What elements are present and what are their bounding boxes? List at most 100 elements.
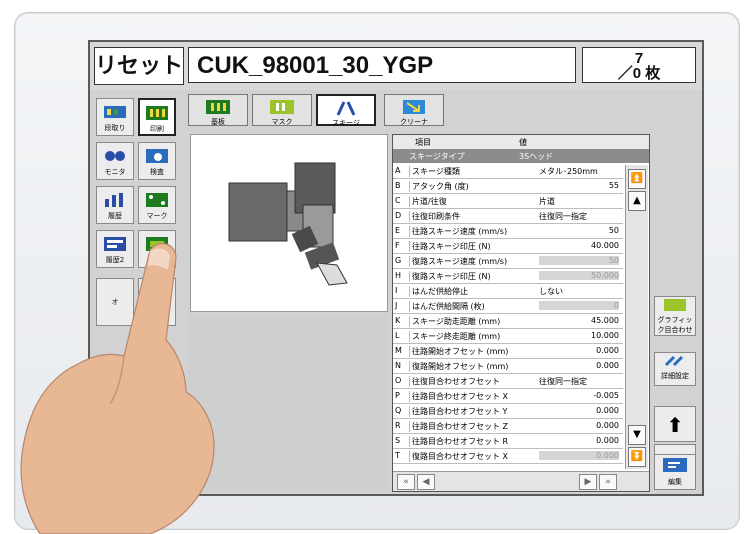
history-icon	[105, 193, 123, 207]
row-name: スキージ助走距離 (mm)	[409, 316, 538, 327]
table-row[interactable]: N 復路開始オフセット (mm) 0.000	[393, 360, 623, 374]
row-value[interactable]: 45.000	[539, 316, 619, 325]
row-value[interactable]: 往復同一指定	[539, 211, 619, 222]
edit-label: 編集	[668, 478, 682, 486]
sidebar-item-label: 履歴	[108, 212, 122, 220]
table-row[interactable]: Q 往路目合わせオフセット Y 0.000	[393, 405, 623, 419]
edit-button[interactable]: 編集	[654, 454, 696, 490]
row-value[interactable]: しない	[539, 286, 619, 297]
row-key: Q	[395, 406, 402, 415]
row-key: G	[395, 256, 402, 265]
tab-bar: 基板 マスク スキージ クリーナ	[188, 94, 698, 128]
print-icon	[146, 106, 168, 120]
scroll-up-button[interactable]: ▲	[628, 191, 646, 211]
detail-settings-button[interactable]: 詳細設定	[654, 352, 696, 386]
row-key: R	[395, 421, 401, 430]
horizontal-scrollbar[interactable]: « ◀ ▶ »	[393, 471, 649, 491]
table-row[interactable]: D 往復印刷条件 往復同一指定	[393, 210, 623, 224]
table-row[interactable]: A スキージ種類 メタル･250mm	[393, 165, 623, 179]
row-key: K	[395, 316, 401, 325]
table-row[interactable]: T 復路目合わせオフセット X 0.000	[393, 450, 623, 464]
row-value[interactable]: 0.000	[539, 421, 619, 430]
row-value[interactable]: 40.000	[539, 241, 619, 250]
row-value[interactable]: 往復同一指定	[539, 376, 619, 387]
table-row[interactable]: C 片道/往復 片道	[393, 195, 623, 209]
tab-cleaner[interactable]: クリーナ	[384, 94, 444, 126]
row-value[interactable]: 0.000	[539, 451, 619, 460]
scroll-far-left-button[interactable]: «	[397, 474, 415, 490]
sidebar-item-save[interactable]: 保存	[138, 278, 176, 326]
sidebar-item-setup[interactable]: 段取り	[96, 98, 134, 136]
graphic-alignment-label: グラフィック目合わせ	[657, 316, 693, 334]
row-key: S	[395, 436, 401, 445]
table-row[interactable]: F 往路スキージ印圧 (N) 40.000	[393, 240, 623, 254]
row-name: スキージ種類	[409, 166, 538, 177]
move-up-button[interactable]: ⬆	[654, 406, 696, 442]
tab-mask[interactable]: マスク	[252, 94, 312, 126]
tab-board[interactable]: 基板	[188, 94, 248, 126]
row-key: P	[395, 391, 400, 400]
parameter-table: 項目 値 スキージタイプ 3Sヘッド A スキージ種類 メタル･250mm B アタック…	[392, 134, 650, 492]
sidebar-item-option[interactable]: オ	[96, 278, 134, 326]
tab-squeegee[interactable]: スキージ	[316, 94, 376, 127]
scroll-down-button[interactable]: ▼	[628, 425, 646, 445]
table-row[interactable]: G 復路スキージ速度 (mm/s) 50	[393, 255, 623, 269]
table-row[interactable]: O 往復目合わせオフセット 往復同一指定	[393, 375, 623, 389]
table-row[interactable]: K スキージ助走距離 (mm) 45.000	[393, 315, 623, 329]
row-value[interactable]: 0.000	[539, 361, 619, 370]
board-counter: 7 ／0 枚	[582, 47, 696, 83]
row-value[interactable]: 10.000	[539, 331, 619, 340]
count-current: 7	[634, 50, 644, 67]
row-value[interactable]: 50	[539, 256, 619, 265]
squeegee-type-row: スキージタイプ 3Sヘッド	[393, 149, 649, 163]
sidebar-item-monitor[interactable]: モニタ	[96, 142, 134, 180]
row-value[interactable]: 50	[539, 226, 619, 235]
sidebar-item-label: 段取り	[104, 124, 126, 132]
row-key: O	[395, 376, 402, 385]
page-up-button[interactable]: ⏫	[628, 169, 646, 189]
row-value[interactable]: 0.000	[539, 406, 619, 415]
row-key: L	[395, 331, 400, 340]
row-value[interactable]: 0.000	[539, 436, 619, 445]
row-key: T	[395, 451, 400, 460]
graphic-alignment-button[interactable]: グラフィック目合わせ	[654, 296, 696, 336]
row-value[interactable]: 50.000	[539, 271, 619, 280]
sidebar-item-history2[interactable]: 履歴2	[96, 230, 134, 268]
table-row[interactable]: J はんだ供給間隔 (枚) 0	[393, 300, 623, 314]
row-value[interactable]: 0	[539, 301, 619, 310]
table-row[interactable]: B アタック角 (度) 55	[393, 180, 623, 194]
sidebar-item-mark[interactable]: マーク	[138, 186, 176, 224]
row-name: 往路スキージ速度 (mm/s)	[409, 226, 538, 237]
sidebar-item-inspect[interactable]: 検査	[138, 142, 176, 180]
table-row[interactable]: H 復路スキージ印圧 (N) 50.000	[393, 270, 623, 284]
page-down-button[interactable]: ⏬	[628, 447, 646, 467]
tab-label: マスク	[271, 118, 293, 126]
row-key: B	[395, 181, 401, 190]
scroll-right-button[interactable]: ▶	[579, 474, 597, 490]
row-value[interactable]: メタル･250mm	[539, 166, 619, 177]
sidebar-item-board[interactable]	[138, 230, 176, 268]
scroll-far-right-button[interactable]: »	[599, 474, 617, 490]
sidebar-item-print[interactable]: 印刷	[138, 98, 176, 136]
table-row[interactable]: R 往路目合わせオフセット Z 0.000	[393, 420, 623, 434]
scroll-left-button[interactable]: ◀	[417, 474, 435, 490]
table-row[interactable]: M 往路開始オフセット (mm) 0.000	[393, 345, 623, 359]
table-row[interactable]: I はんだ供給停止 しない	[393, 285, 623, 299]
board-setup-icon	[104, 106, 126, 118]
table-row[interactable]: L スキージ終走距離 (mm) 10.000	[393, 330, 623, 344]
table-row[interactable]: E 往路スキージ速度 (mm/s) 50	[393, 225, 623, 239]
row-name: はんだ供給停止	[409, 286, 538, 297]
row-value[interactable]: 片道	[539, 196, 619, 207]
vertical-scrollbar[interactable]: ⏫ ▲ ▼ ⏬	[625, 165, 648, 469]
reset-button[interactable]: リセット	[94, 47, 184, 85]
row-value[interactable]: 0.000	[539, 346, 619, 355]
table-row[interactable]: P 往路目合わせオフセット X -0.005	[393, 390, 623, 404]
row-name: 復路開始オフセット (mm)	[409, 361, 538, 372]
sidebar-item-label: 検査	[150, 168, 164, 176]
sidebar-item-history[interactable]: 履歴	[96, 186, 134, 224]
program-name: CUK_98001_30_YGP	[188, 47, 576, 83]
table-row[interactable]: S 往路目合わせオフセット R 0.000	[393, 435, 623, 449]
hmi-screen: リセット CUK_98001_30_YGP 7 ／0 枚 段取り 印刷 モニタ …	[88, 40, 704, 496]
row-value[interactable]: -0.005	[539, 391, 619, 400]
row-value[interactable]: 55	[539, 181, 619, 190]
